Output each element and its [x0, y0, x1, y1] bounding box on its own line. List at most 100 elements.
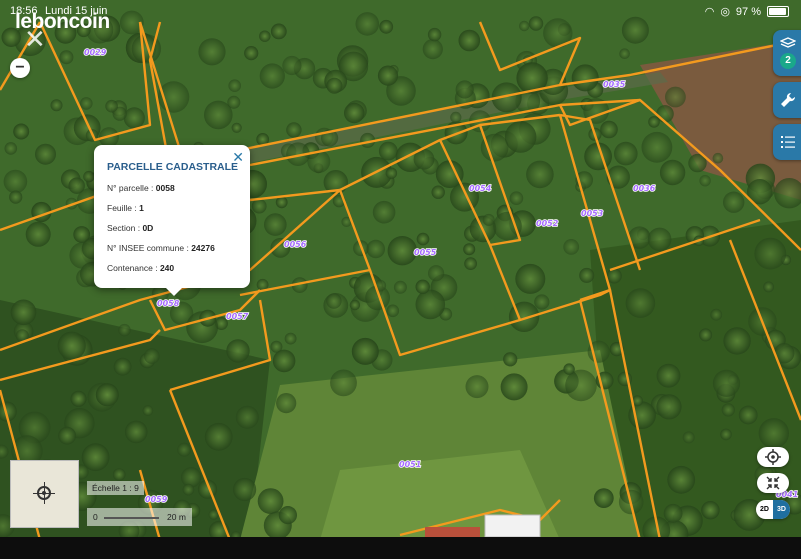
- parcel-label-0054[interactable]: 0054: [468, 183, 492, 194]
- collapse-arrows-icon: [766, 476, 780, 490]
- tree-canopy: [593, 488, 614, 508]
- tree-canopy: [712, 369, 741, 397]
- tree-canopy: [282, 55, 302, 76]
- popup-title: PARCELLE CADASTRALE: [107, 161, 239, 173]
- tree-canopy: [614, 141, 638, 166]
- locate-button[interactable]: [757, 447, 789, 467]
- tree-canopy: [233, 477, 257, 502]
- row-value: 0D: [142, 223, 154, 233]
- tree-canopy: [656, 363, 681, 388]
- tree-canopy: [144, 348, 160, 364]
- close-icon[interactable]: ✕: [24, 26, 46, 52]
- wrench-icon: [781, 92, 796, 107]
- zoom-out-button[interactable]: −: [10, 58, 30, 78]
- parcel-label-0029[interactable]: 0029: [83, 47, 107, 58]
- tree-canopy: [665, 86, 686, 108]
- parcel-label-0056[interactable]: 0056: [283, 239, 307, 250]
- row-label: N° INSEE commune :: [107, 243, 192, 253]
- tree-canopy: [123, 107, 145, 129]
- tree-canopy: [656, 394, 682, 420]
- parcel-label-0053[interactable]: 0053: [580, 208, 604, 219]
- popup-row-section: Section : 0D: [107, 223, 153, 233]
- tree-canopy: [257, 488, 284, 514]
- tree-canopy: [118, 323, 131, 337]
- view-mode-toggle[interactable]: 2D 3D: [756, 500, 790, 519]
- tree-canopy: [4, 142, 18, 155]
- tree-canopy: [579, 267, 595, 283]
- tree-canopy: [422, 39, 443, 60]
- tree-canopy: [482, 213, 495, 226]
- popup-row-insee: N° INSEE commune : 24276: [107, 243, 215, 253]
- parcel-label-0052[interactable]: 0052: [535, 218, 559, 229]
- parcel-label-0058[interactable]: 0058: [156, 298, 180, 309]
- tree-canopy: [503, 352, 518, 367]
- tree-canopy: [278, 505, 297, 525]
- tree-canopy: [181, 467, 202, 488]
- tree-canopy: [416, 232, 430, 246]
- tree-canopy: [519, 20, 530, 32]
- scale-ratio: Échelle 1 : 9: [87, 481, 144, 495]
- tree-canopy: [754, 237, 787, 270]
- row-label: N° parcelle :: [107, 183, 156, 193]
- tree-canopy: [431, 185, 445, 199]
- parcel-info-popup: PARCELLE CADASTRALE ✕ N° parcelle : 0058…: [94, 145, 250, 296]
- tree-canopy: [378, 141, 398, 161]
- overview-minimap[interactable]: [10, 460, 79, 528]
- tree-canopy: [526, 160, 554, 189]
- battery-icon: [767, 6, 789, 17]
- tree-canopy: [204, 422, 233, 451]
- tree-canopy: [393, 280, 407, 294]
- tree-canopy: [349, 299, 361, 311]
- scale-zero: 0: [93, 512, 98, 522]
- tree-canopy: [264, 213, 287, 236]
- parcel-label-0059[interactable]: 0059: [144, 494, 168, 505]
- tree-canopy: [387, 236, 417, 266]
- popup-close-icon[interactable]: ✕: [232, 149, 244, 166]
- tree-canopy: [275, 196, 288, 209]
- tree-canopy: [712, 152, 724, 164]
- tree-canopy: [386, 304, 400, 318]
- tree-canopy: [326, 293, 342, 309]
- tree-canopy: [720, 428, 732, 441]
- parcel-label-0057[interactable]: 0057: [225, 311, 249, 322]
- popup-row-sheet: Feuille : 1: [107, 203, 144, 213]
- tree-canopy: [563, 239, 580, 255]
- tree-canopy: [563, 363, 575, 375]
- scale-label: Échelle 1 :: [92, 483, 132, 493]
- building-roof: [425, 527, 480, 537]
- tree-canopy: [35, 143, 56, 165]
- tree-canopy: [415, 289, 446, 320]
- tree-canopy: [231, 122, 242, 133]
- tree-canopy: [723, 191, 745, 213]
- row-value: 0058: [155, 183, 175, 193]
- tree-canopy: [428, 265, 445, 282]
- scale-ratio-value: 9: [134, 483, 139, 493]
- tree-canopy: [667, 465, 696, 494]
- tree-canopy: [112, 468, 126, 481]
- row-label: Feuille :: [107, 203, 140, 213]
- tree-canopy: [228, 79, 241, 92]
- tree-canopy: [509, 191, 524, 205]
- popup-row-parcel-number: N° parcelle : 0058: [107, 183, 175, 193]
- tools-button[interactable]: [773, 82, 801, 118]
- tree-canopy: [226, 339, 250, 363]
- tree-canopy: [465, 375, 489, 399]
- fullscreen-button[interactable]: [757, 473, 789, 493]
- legend-button[interactable]: [773, 124, 801, 160]
- tree-canopy: [500, 373, 528, 401]
- tree-canopy: [699, 175, 711, 187]
- tree-canopy: [80, 97, 93, 110]
- tree-canopy: [105, 99, 118, 113]
- view-2d-option[interactable]: 2D: [756, 500, 773, 519]
- parcel-label-0035[interactable]: 0035: [602, 79, 626, 90]
- parcel-label-0036[interactable]: 0036: [632, 183, 656, 194]
- tree-canopy: [504, 121, 537, 153]
- location-dot: [42, 491, 46, 495]
- layers-button[interactable]: 2: [773, 30, 801, 76]
- parcel-label-0051[interactable]: 0051: [398, 459, 422, 470]
- tree-canopy: [198, 38, 226, 66]
- lock-rotation-icon: ◎: [720, 6, 730, 18]
- parcel-label-0055[interactable]: 0055: [413, 247, 437, 258]
- tree-canopy: [204, 100, 233, 130]
- tree-canopy: [463, 243, 476, 256]
